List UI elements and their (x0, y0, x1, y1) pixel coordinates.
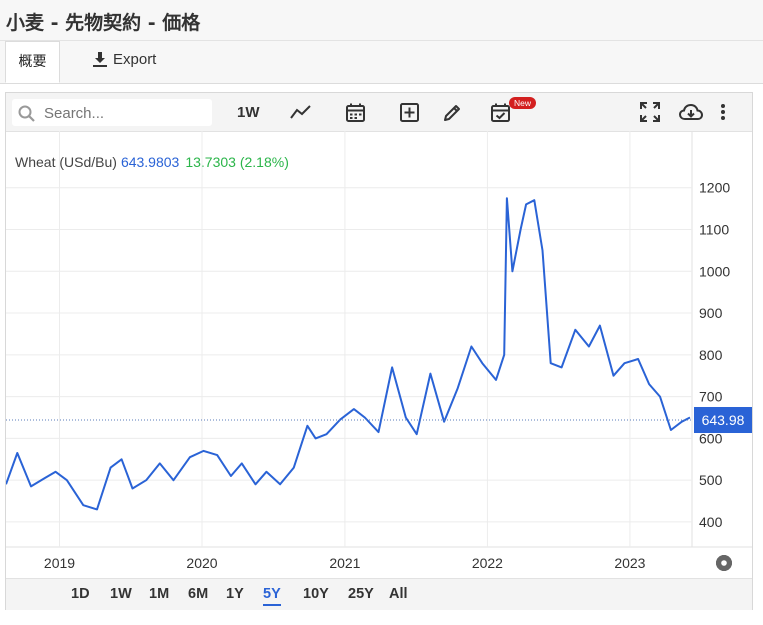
more-vertical-icon (721, 104, 725, 120)
download-icon (93, 52, 107, 67)
range-25y-button[interactable]: 25Y (348, 586, 374, 602)
x-tick-label: 2021 (329, 555, 360, 571)
y-tick-label: 500 (699, 472, 723, 488)
range-1m-button[interactable]: 1M (149, 586, 169, 602)
page-title: 小麦 - 先物契約 - 価格 (6, 12, 201, 34)
fullscreen-button[interactable] (640, 100, 660, 124)
range-6m-button[interactable]: 6M (188, 586, 208, 602)
range-5y-button[interactable]: 5Y (263, 586, 281, 606)
x-tick-label: 2020 (186, 555, 217, 571)
y-tick-label: 1000 (699, 263, 730, 279)
calendar-icon (346, 103, 365, 122)
y-tick-label: 1200 (699, 180, 730, 196)
chart-panel: 1W (5, 92, 753, 610)
events-button[interactable] (491, 100, 510, 124)
date-range-button[interactable] (346, 100, 365, 124)
fullscreen-icon (640, 102, 660, 122)
interval-button[interactable]: 1W (237, 100, 260, 124)
export-button[interactable]: Export (93, 51, 156, 68)
y-tick-label: 400 (699, 514, 723, 530)
y-tick-label: 800 (699, 347, 723, 363)
settings-gear-icon[interactable] (715, 554, 733, 572)
y-tick-label: 1100 (699, 221, 729, 237)
tab-bar: 概要 Export (0, 41, 763, 84)
draw-button[interactable] (443, 100, 462, 124)
range-1w-button[interactable]: 1W (110, 586, 132, 602)
range-1y-button[interactable]: 1Y (226, 586, 244, 602)
search-icon (18, 105, 35, 122)
y-tick-label: 900 (699, 305, 723, 321)
price-chart[interactable]: 4005006007008009001000110012002019 2020 20… (6, 131, 752, 578)
add-indicator-button[interactable] (400, 100, 419, 124)
search-input[interactable] (42, 102, 211, 124)
more-menu-button[interactable] (720, 100, 726, 124)
plus-box-icon (400, 102, 419, 122)
search-box[interactable] (12, 99, 212, 126)
save-chart-button[interactable] (679, 100, 703, 124)
range-10y-button[interactable]: 10Y (303, 586, 329, 602)
x-tick-label: 2022 (472, 555, 503, 571)
line-chart-icon (290, 105, 311, 119)
pencil-icon (444, 104, 460, 121)
export-label: Export (113, 51, 157, 68)
chart-toolbar: 1W (6, 93, 752, 132)
range-all-button[interactable]: All (389, 586, 408, 602)
y-tick-label: 700 (699, 389, 723, 405)
cloud-download-icon (679, 103, 703, 120)
range-1d-button[interactable]: 1D (71, 586, 90, 602)
wheat-price-line (6, 197, 691, 511)
calendar-check-icon (491, 103, 510, 122)
chart-type-button[interactable] (290, 100, 312, 124)
range-selector: 1D 1W 1M 6M 1Y 5Y 10Y 25Y All (6, 578, 752, 610)
x-tick-label: 2023 (614, 555, 645, 571)
x-tick-label: 2019 (44, 555, 75, 571)
last-price-label: 643.98 (702, 412, 745, 428)
new-badge: New (509, 97, 537, 109)
tab-overview[interactable]: 概要 (5, 41, 60, 83)
title-bar: 小麦 - 先物契約 - 価格 (0, 0, 763, 41)
